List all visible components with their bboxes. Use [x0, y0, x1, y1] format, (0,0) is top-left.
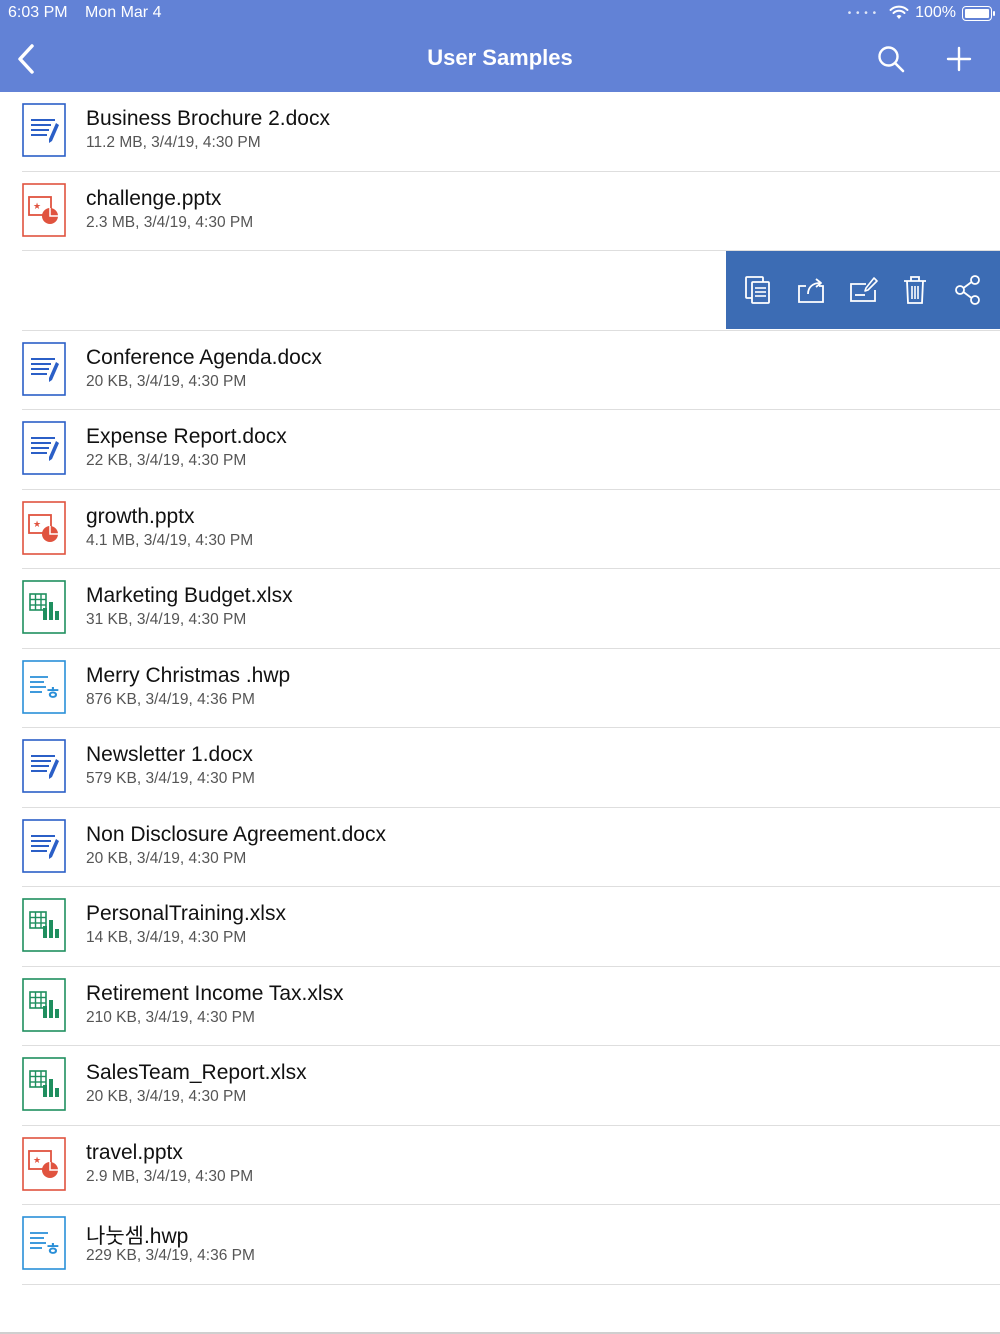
file-meta: 31 KB, 3/4/19, 4:30 PM: [86, 611, 247, 628]
file-row[interactable]: Marketing Budget.xlsx 31 KB, 3/4/19, 4:30…: [22, 569, 1000, 649]
file-row[interactable]: ★ growth.pptx 4.1 MB, 3/4/19, 4:30 PM: [22, 490, 1000, 569]
battery-icon: [962, 5, 995, 21]
file-name: challenge.pptx: [86, 186, 222, 210]
file-row[interactable]: Conference Agenda.docx 20 KB, 3/4/19, 4:3…: [22, 331, 1000, 410]
pptx-file-icon: ★: [22, 1136, 66, 1191]
status-bar: 6:03 PM Mon Mar 4 • • • • 100%: [0, 0, 1000, 28]
copy-button[interactable]: [741, 273, 775, 307]
rename-icon: [850, 277, 878, 302]
svg-text:ㅎ: ㅎ: [45, 684, 61, 704]
hwp-file-icon: ㅎ: [22, 1216, 66, 1270]
file-name: growth.pptx: [86, 504, 195, 528]
hwp-file-icon: ㅎ: [22, 659, 66, 714]
file-meta: 2.3 MB, 3/4/19, 4:30 PM: [86, 213, 254, 231]
svg-text:★: ★: [33, 202, 41, 212]
file-meta: 14 KB, 3/4/19, 4:30 PM: [86, 929, 247, 946]
xlsx-file-icon: [22, 580, 66, 634]
svg-text:ㅎ: ㅎ: [45, 1240, 61, 1260]
xlsx-file-icon: [22, 898, 66, 952]
file-meta: 4.1 MB, 3/4/19, 4:30 PM: [86, 531, 254, 549]
file-meta: 11.2 MB, 3/4/19, 4:30 PM: [86, 134, 261, 151]
file-meta: 2.9 MB, 3/4/19, 4:30 PM: [86, 1167, 254, 1185]
file-meta: 20 KB, 3/4/19, 4:30 PM: [86, 1088, 247, 1105]
file-meta: 22 KB, 3/4/19, 4:30 PM: [86, 452, 247, 469]
file-name: Retirement Income Tax.xlsx: [86, 981, 344, 1005]
status-date: Mon Mar 4: [85, 4, 162, 21]
export-icon: [797, 278, 824, 303]
file-name: Newsletter 1.docx: [86, 743, 253, 766]
file-name: 나눗셈.hwp: [86, 1225, 189, 1248]
file-name: Conference Agenda.docx: [86, 345, 322, 369]
swiped-row[interactable]: [22, 251, 1000, 331]
file-name: Merry Christmas .hwp: [86, 663, 291, 687]
file-name: SalesTeam_Report.xlsx: [86, 1061, 307, 1084]
docx-file-icon: [22, 739, 66, 793]
file-meta: 876 KB, 3/4/19, 4:36 PM: [86, 690, 255, 708]
copy-icon: [745, 276, 771, 304]
file-row[interactable]: Non Disclosure Agreement.docx 20 KB, 3/4/…: [22, 808, 1000, 887]
file-row[interactable]: SalesTeam_Report.xlsx 20 KB, 3/4/19, 4:30…: [22, 1046, 1000, 1126]
file-name: Marketing Budget.xlsx: [86, 584, 293, 607]
file-name: travel.pptx: [86, 1140, 183, 1164]
file-row[interactable]: Newsletter 1.docx 579 KB, 3/4/19, 4:30 PM: [22, 728, 1000, 808]
signal-icon: • • • •: [847, 7, 878, 19]
rename-button[interactable]: [846, 273, 880, 307]
docx-file-icon: [22, 103, 66, 157]
file-meta: 210 KB, 3/4/19, 4:30 PM: [86, 1008, 255, 1026]
docx-file-icon: [22, 421, 66, 475]
file-name: Non Disclosure Agreement.docx: [86, 822, 386, 846]
file-meta: 20 KB, 3/4/19, 4:30 PM: [86, 849, 247, 867]
file-name: Expense Report.docx: [86, 425, 287, 448]
wifi-icon: [889, 5, 909, 19]
delete-button[interactable]: [898, 273, 932, 307]
nav-header: 6:03 PM Mon Mar 4 • • • • 100% User Samp…: [0, 0, 1000, 92]
file-row[interactable]: Retirement Income Tax.xlsx 210 KB, 3/4/19…: [22, 967, 1000, 1046]
docx-file-icon: [22, 818, 66, 873]
pptx-file-icon: ★: [22, 182, 66, 237]
svg-text:★: ★: [33, 1156, 41, 1166]
file-meta: 579 KB, 3/4/19, 4:30 PM: [86, 770, 255, 787]
file-name: Business Brochure 2.docx: [86, 107, 330, 130]
file-row[interactable]: PersonalTraining.xlsx 14 KB, 3/4/19, 4:30…: [22, 887, 1000, 967]
file-row[interactable]: ★ challenge.pptx 2.3 MB, 3/4/19, 4:30 PM: [22, 172, 1000, 251]
share-button[interactable]: [951, 273, 985, 307]
pptx-file-icon: ★: [22, 500, 66, 555]
file-list: Business Brochure 2.docx 11.2 MB, 3/4/19,…: [0, 92, 1000, 1285]
svg-text:★: ★: [33, 520, 41, 530]
export-button[interactable]: [794, 273, 828, 307]
plus-icon[interactable]: [944, 44, 974, 74]
trash-icon: [904, 276, 927, 304]
file-row[interactable]: ㅎ 나눗셈.hwp 229 KB, 3/4/19, 4:36 PM: [22, 1205, 1000, 1285]
page-title: User Samples: [427, 45, 573, 70]
status-indicators: • • • • 100%: [847, 4, 995, 22]
file-row[interactable]: ㅎ Merry Christmas .hwp 876 KB, 3/4/19, 4:3…: [22, 649, 1000, 728]
file-meta: 20 KB, 3/4/19, 4:30 PM: [86, 372, 247, 390]
file-row[interactable]: ★ travel.pptx 2.9 MB, 3/4/19, 4:30 PM: [22, 1126, 1000, 1205]
search-icon[interactable]: [876, 44, 906, 74]
share-icon: [954, 275, 980, 305]
xlsx-file-icon: [22, 1057, 66, 1111]
file-name: PersonalTraining.xlsx: [86, 902, 286, 925]
file-meta: 229 KB, 3/4/19, 4:36 PM: [86, 1247, 255, 1264]
status-time: 6:03 PM: [8, 4, 68, 21]
battery-percent: 100%: [915, 4, 956, 21]
file-row[interactable]: Business Brochure 2.docx 11.2 MB, 3/4/19,…: [22, 92, 1000, 172]
row-action-bar: [726, 251, 1000, 329]
xlsx-file-icon: [22, 977, 66, 1032]
docx-file-icon: [22, 341, 66, 396]
file-row[interactable]: Expense Report.docx 22 KB, 3/4/19, 4:30 P…: [22, 410, 1000, 490]
